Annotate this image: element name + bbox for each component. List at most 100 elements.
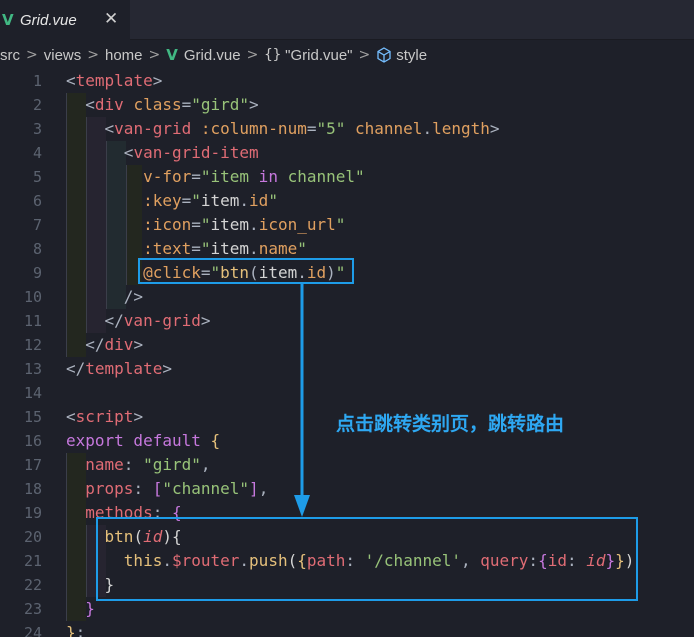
code-token: </ [66,359,86,378]
code-token: } [66,599,95,618]
code-token: > [200,311,211,330]
code-text: /> [66,285,143,309]
line-number: 18 [23,480,42,498]
code-token: " [335,215,346,234]
code-token: ; [75,623,86,637]
chevron-right-icon: > [148,47,161,63]
code-token: . [422,119,433,138]
breadcrumb-item-home[interactable]: home [105,47,143,64]
line-number: 7 [32,216,42,234]
code-line[interactable]: 3 <van-grid :column-num="5" channel.leng… [0,117,694,141]
code-token: : [133,479,153,498]
code-token: default [123,431,211,450]
braces-icon: {} [264,47,282,63]
code-token: name [258,239,298,258]
code-token: [ [152,479,163,498]
code-line[interactable]: 5 v-for="item in channel" [0,165,694,189]
code-token: </ [66,311,124,330]
code-token: , [258,479,269,498]
code-line[interactable]: 7 :icon="item.icon_url" [0,213,694,237]
code-token: > [133,335,144,354]
code-text: :icon="item.icon_url" [66,213,345,237]
code-text: :key="item.id" [66,189,278,213]
line-number: 22 [23,576,42,594]
line-number: 21 [23,552,42,570]
code-token: = [191,239,201,258]
code-token: > [489,119,500,138]
code-token: item [210,239,250,258]
code-token: , [200,455,211,474]
code-token: " [191,191,201,210]
code-line[interactable]: 14 [0,381,694,405]
line-number: 8 [32,240,42,258]
code-token: " [268,191,278,210]
code-token: < [66,119,115,138]
code-token: . [239,191,250,210]
chevron-right-icon: > [87,47,99,63]
code-line[interactable]: 2 <div class="gird"> [0,93,694,117]
line-number: 2 [32,96,42,114]
cube-icon [377,47,391,63]
code-token: < [66,407,76,426]
code-line[interactable]: 24}; [0,621,694,637]
code-token: :icon [66,215,192,234]
code-token: :key [66,191,182,210]
code-line[interactable]: 13 </template> [0,357,694,381]
code-token: } [66,623,76,637]
breadcrumb-item-src[interactable]: src [0,47,20,64]
code-token: template [85,359,163,378]
code-token: class [123,95,182,114]
code-token: "5" [316,119,346,138]
code-token: < [66,71,76,90]
code-token: . [249,239,259,258]
code-line[interactable]: 18 props: ["channel"], [0,477,694,501]
code-text: <van-grid :column-num="5" channel.length… [66,117,500,141]
line-number: 24 [23,624,42,637]
breadcrumb-item-views[interactable]: views [44,47,82,64]
code-text: name: "gird", [66,453,211,477]
code-text: export default { [66,429,220,453]
code-line[interactable]: 4 <van-grid-item [0,141,694,165]
chevron-right-icon: > [358,47,371,63]
code-text: <script> [66,405,143,429]
code-token: div [104,335,134,354]
code-line[interactable]: 11 </van-grid> [0,309,694,333]
code-token: > [249,95,259,114]
code-token: channel [345,119,423,138]
code-token: channel [287,167,356,186]
code-token: van-grid [123,311,201,330]
tab-grid-vue[interactable]: V Grid.vue ✕ [0,0,130,40]
code-text: <van-grid-item [66,141,259,165]
line-number: 19 [23,504,42,522]
code-token: item [210,167,250,186]
code-editor[interactable]: 1 <template> 2 <div class="gird"> 3 <van-gr… [0,69,694,637]
line-number: 17 [23,456,42,474]
line-number: 20 [23,528,42,546]
line-number: 16 [23,432,42,450]
code-token: div [94,95,124,114]
code-line[interactable]: 1 <template> [0,69,694,93]
code-token: length [432,119,490,138]
code-line[interactable]: 17 name: "gird", [0,453,694,477]
code-token: van-grid-item [133,143,259,162]
chevron-right-icon: > [26,47,38,63]
breadcrumb-item-style[interactable]: style [396,47,427,64]
code-line[interactable]: 12 </div> [0,333,694,357]
code-token: item [200,191,240,210]
code-text: v-for="item in channel" [66,165,365,189]
code-text: props: ["channel"], [66,477,268,501]
breadcrumb-item-file[interactable]: Grid.vue [184,47,241,64]
line-number: 23 [23,600,42,618]
chevron-right-icon: > [246,47,259,63]
code-line[interactable]: 6 :key="item.id" [0,189,694,213]
close-icon[interactable]: ✕ [104,9,118,29]
code-token: template [75,71,153,90]
code-token: v-for [66,167,192,186]
code-text: }; [66,621,85,637]
code-token: /> [66,287,144,306]
line-number: 4 [32,144,42,162]
breadcrumb-item-component[interactable]: "Grid.vue" [285,47,352,64]
code-token: "channel" [162,479,250,498]
code-line[interactable]: 10 /> [0,285,694,309]
code-token: :column-num [191,119,307,138]
